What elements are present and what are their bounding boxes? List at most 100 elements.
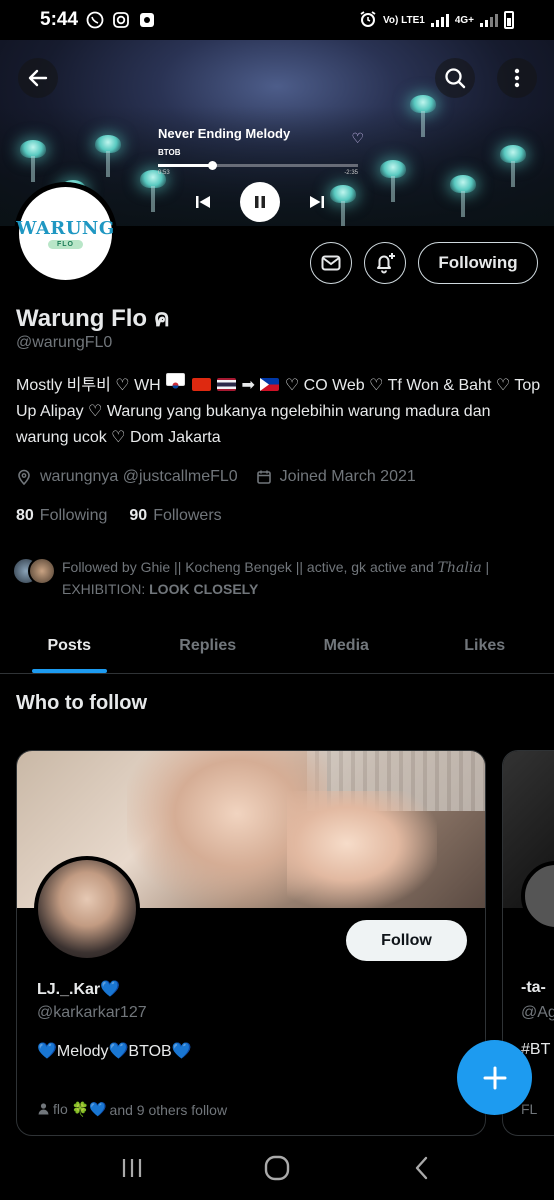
followed-by-names: Followed by Ghie || Kocheng Bengek || ac… — [62, 559, 438, 575]
followers-count: 90 — [129, 507, 148, 524]
calendar-icon — [256, 469, 272, 485]
lightstick-icon — [380, 160, 406, 202]
elapsed-time: 0:53 — [158, 170, 170, 176]
bio-text-start: Mostly 비투비 ♡ WH — [16, 377, 161, 394]
signal2-icon — [480, 13, 498, 27]
card-bio: 💙Melody💙BTOB💙 — [37, 1043, 192, 1060]
mutual-follows-rest: and 9 others follow — [109, 1101, 228, 1118]
home-icon[interactable] — [263, 1154, 291, 1187]
thailand-flag-icon — [217, 378, 237, 391]
following-stat[interactable]: 80 Following — [16, 507, 107, 525]
korea-flag-icon — [166, 373, 186, 389]
song-times: 0:53 -2:35 — [158, 170, 358, 176]
suggestion-card[interactable]: Follow LJ._.Kar💙 @karkarkar127 💙Melody💙B… — [16, 750, 486, 1136]
profile-meta: warungnya @justcallmeFL0 Joined March 20… — [16, 468, 416, 486]
notifications-button[interactable] — [364, 242, 406, 284]
profile-handle: @warungFL0 — [16, 334, 113, 351]
tab-posts[interactable]: Posts — [0, 618, 139, 673]
song-progress-bar — [158, 161, 358, 170]
lightstick-icon — [500, 145, 526, 187]
alarm-icon — [359, 10, 377, 31]
profile-avatar[interactable]: WARUNG FLO — [14, 182, 117, 285]
plus-icon — [483, 1066, 506, 1089]
logo-subtext: FLO — [48, 240, 83, 249]
following-text: Following — [39, 507, 108, 524]
followed-by-name-italic: Thalia — [437, 560, 482, 576]
person-icon — [37, 1102, 50, 1118]
card-name: LJ._.Kar💙 — [37, 981, 121, 998]
arrow-left-icon — [28, 69, 48, 87]
heart-icon: ♡ — [351, 130, 364, 146]
profile-stats: 80 Following 90 Followers — [16, 507, 222, 525]
followed-by-text: Followed by Ghie || Kocheng Bengek || ac… — [62, 557, 542, 600]
logo-text: WARUNG — [16, 218, 115, 239]
profile-bio: Mostly 비투비 ♡ WH ➡ ♡ CO Web ♡ Tf Won & Ba… — [16, 373, 546, 451]
following-button[interactable]: Following — [418, 242, 538, 284]
progress-fill — [158, 164, 212, 167]
banner-baby — [287, 791, 437, 908]
battery-icon — [504, 11, 514, 29]
recent-apps-icon[interactable] — [119, 1155, 145, 1186]
follower-avatars — [12, 557, 56, 600]
status-right-group: Vo) LTE1 4G+ — [359, 10, 514, 31]
lightstick-icon — [410, 95, 436, 137]
kebab-menu-icon — [514, 68, 520, 88]
message-button[interactable] — [310, 242, 352, 284]
app-notification-icon — [138, 11, 156, 29]
avatar — [28, 557, 56, 585]
card-mutual-follows: flo 🍀💙 and 9 others follow — [37, 1101, 227, 1118]
followers-stat[interactable]: 90 Followers — [129, 507, 221, 525]
status-bar: 5:44 Vo) LTE1 4G+ — [0, 0, 554, 40]
avatar-photo — [38, 860, 136, 958]
song-title: Never Ending Melody — [158, 126, 291, 141]
skip-previous-icon — [196, 196, 210, 208]
follow-button[interactable]: Follow — [346, 920, 467, 961]
envelope-icon — [321, 255, 341, 271]
compose-post-button[interactable] — [457, 1040, 532, 1115]
progress-knob — [208, 161, 217, 170]
remaining-time: -2:35 — [344, 170, 358, 176]
tab-likes[interactable]: Likes — [416, 618, 554, 673]
card-handle: @karkarkar127 — [37, 1004, 147, 1021]
search-icon — [445, 68, 466, 89]
who-to-follow-title: Who to follow — [16, 692, 148, 714]
china-flag-icon — [191, 378, 211, 391]
bell-plus-icon — [377, 253, 395, 274]
followed-by[interactable]: Followed by Ghie || Kocheng Bengek || ac… — [12, 557, 542, 600]
following-count: 80 — [16, 507, 34, 524]
more-options-button[interactable] — [497, 58, 537, 98]
back-button[interactable] — [18, 58, 58, 98]
card-avatar[interactable] — [34, 856, 140, 962]
network2-label: 4G+ — [454, 14, 474, 26]
lightstick-icon — [330, 185, 356, 226]
back-nav-icon[interactable] — [409, 1155, 435, 1186]
lightstick-icon — [450, 175, 476, 217]
profile-tabs: Posts Replies Media Likes — [0, 618, 554, 674]
whatsapp-icon — [86, 11, 104, 29]
system-nav-bar — [0, 1140, 554, 1200]
card-name: -ta- — [521, 979, 546, 996]
instagram-icon — [112, 11, 130, 29]
player-controls — [195, 182, 325, 222]
card-mutual-follows: FL — [521, 1101, 538, 1117]
song-artist: BTOB — [158, 148, 181, 157]
search-button[interactable] — [435, 58, 475, 98]
pause-icon — [240, 182, 280, 222]
card-handle: @Ag — [521, 1004, 554, 1021]
skip-next-icon — [310, 196, 324, 208]
soon-arrow-icon: ➡ — [241, 377, 255, 394]
philippines-flag-icon — [260, 378, 280, 391]
location-icon — [16, 469, 32, 485]
profile-name: Warung Flo ค — [16, 305, 170, 332]
tab-media[interactable]: Media — [277, 618, 416, 673]
status-time: 5:44 — [40, 9, 79, 30]
lightstick-icon — [20, 140, 46, 182]
network-label: Vo) LTE1 — [382, 14, 425, 26]
music-player-overlay: Never Ending Melody ♡ BTOB 0:53 -2:35 — [158, 126, 368, 176]
tab-replies[interactable]: Replies — [139, 618, 278, 673]
mutual-follower-name: flo 🍀💙 — [53, 1101, 107, 1117]
profile-location: warungnya @justcallmeFL0 — [40, 468, 238, 485]
warung-logo: WARUNG FLO — [16, 187, 115, 280]
followed-by-bold: LOOK CLOSELY — [149, 581, 259, 597]
followers-text: Followers — [153, 507, 222, 524]
